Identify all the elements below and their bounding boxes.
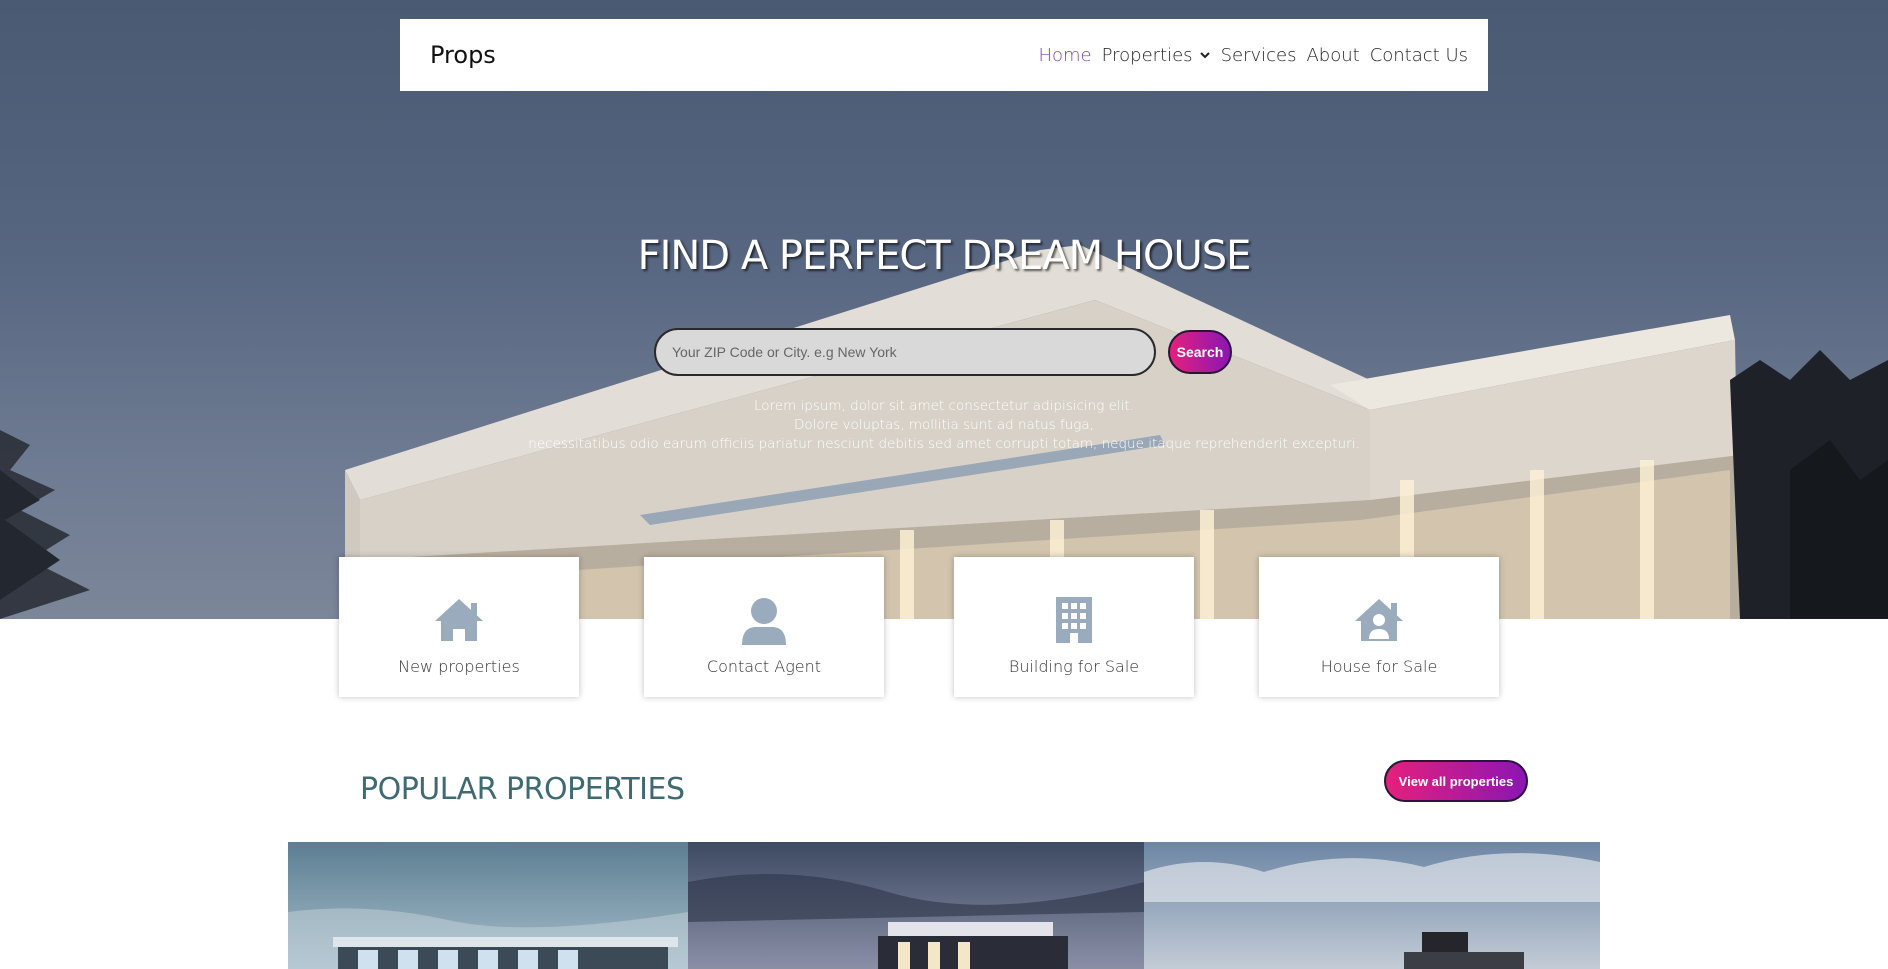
- search-bar: Search: [654, 328, 1232, 376]
- property-image: [288, 842, 688, 969]
- nav-link-label: Home: [1038, 44, 1092, 66]
- card-building-for-sale[interactable]: Building for Sale: [954, 557, 1194, 697]
- house-icon: [435, 599, 483, 641]
- property-photo[interactable]: [688, 842, 1144, 969]
- nav-link-services[interactable]: Services: [1221, 45, 1297, 66]
- nav-link-label: Services: [1220, 44, 1297, 66]
- nav-link-home[interactable]: Home: [1038, 45, 1091, 66]
- nav-link-label: About: [1306, 44, 1360, 66]
- house-user-icon: [1355, 599, 1403, 641]
- main-nav: Home Properties Services About Contact U…: [1038, 45, 1468, 66]
- nav-link-label: Properties: [1101, 44, 1193, 66]
- view-all-properties-button[interactable]: View all properties: [1384, 760, 1528, 802]
- nav-link-about[interactable]: About: [1306, 45, 1359, 66]
- property-image: [1144, 842, 1600, 969]
- search-button[interactable]: Search: [1168, 330, 1232, 374]
- hero-description-line: necessitatibus odio earum officiis paria…: [528, 436, 1360, 452]
- card-label: Contact Agent: [706, 657, 822, 676]
- property-image: [688, 842, 1144, 969]
- hero-section: [0, 0, 1888, 619]
- card-new-properties[interactable]: New properties: [339, 557, 579, 697]
- property-photo[interactable]: [288, 842, 688, 969]
- chevron-down-icon: [1199, 52, 1210, 59]
- hero-description-line: Dolore voluptas, mollitia sunt ad natus …: [794, 417, 1094, 433]
- brand-logo[interactable]: Props: [430, 41, 496, 69]
- search-input[interactable]: [654, 328, 1156, 376]
- card-house-for-sale[interactable]: House for Sale: [1259, 557, 1499, 697]
- property-gallery: [288, 842, 1600, 969]
- card-label: Building for Sale: [1008, 657, 1140, 676]
- hero-headline: FIND A PERFECT DREAM HOUSE: [637, 233, 1252, 279]
- hero-description-line: Lorem ipsum, dolor sit amet consectetur …: [753, 398, 1135, 414]
- navbar: Props Home Properties Services About Con…: [400, 19, 1488, 91]
- building-icon: [1056, 597, 1092, 643]
- nav-link-label: Contact Us: [1369, 44, 1468, 66]
- card-contact-agent[interactable]: Contact Agent: [644, 557, 884, 697]
- hero-description: Lorem ipsum, dolor sit amet consectetur …: [0, 397, 1888, 454]
- nav-link-properties[interactable]: Properties: [1102, 45, 1211, 66]
- hero-background-image: [0, 245, 1888, 619]
- property-photo[interactable]: [1144, 842, 1600, 969]
- card-label: House for Sale: [1320, 657, 1438, 676]
- user-icon: [742, 598, 786, 645]
- section-title-popular: POPULAR PROPERTIES: [360, 772, 685, 807]
- card-label: New properties: [398, 657, 520, 676]
- nav-link-contact[interactable]: Contact Us: [1370, 45, 1468, 66]
